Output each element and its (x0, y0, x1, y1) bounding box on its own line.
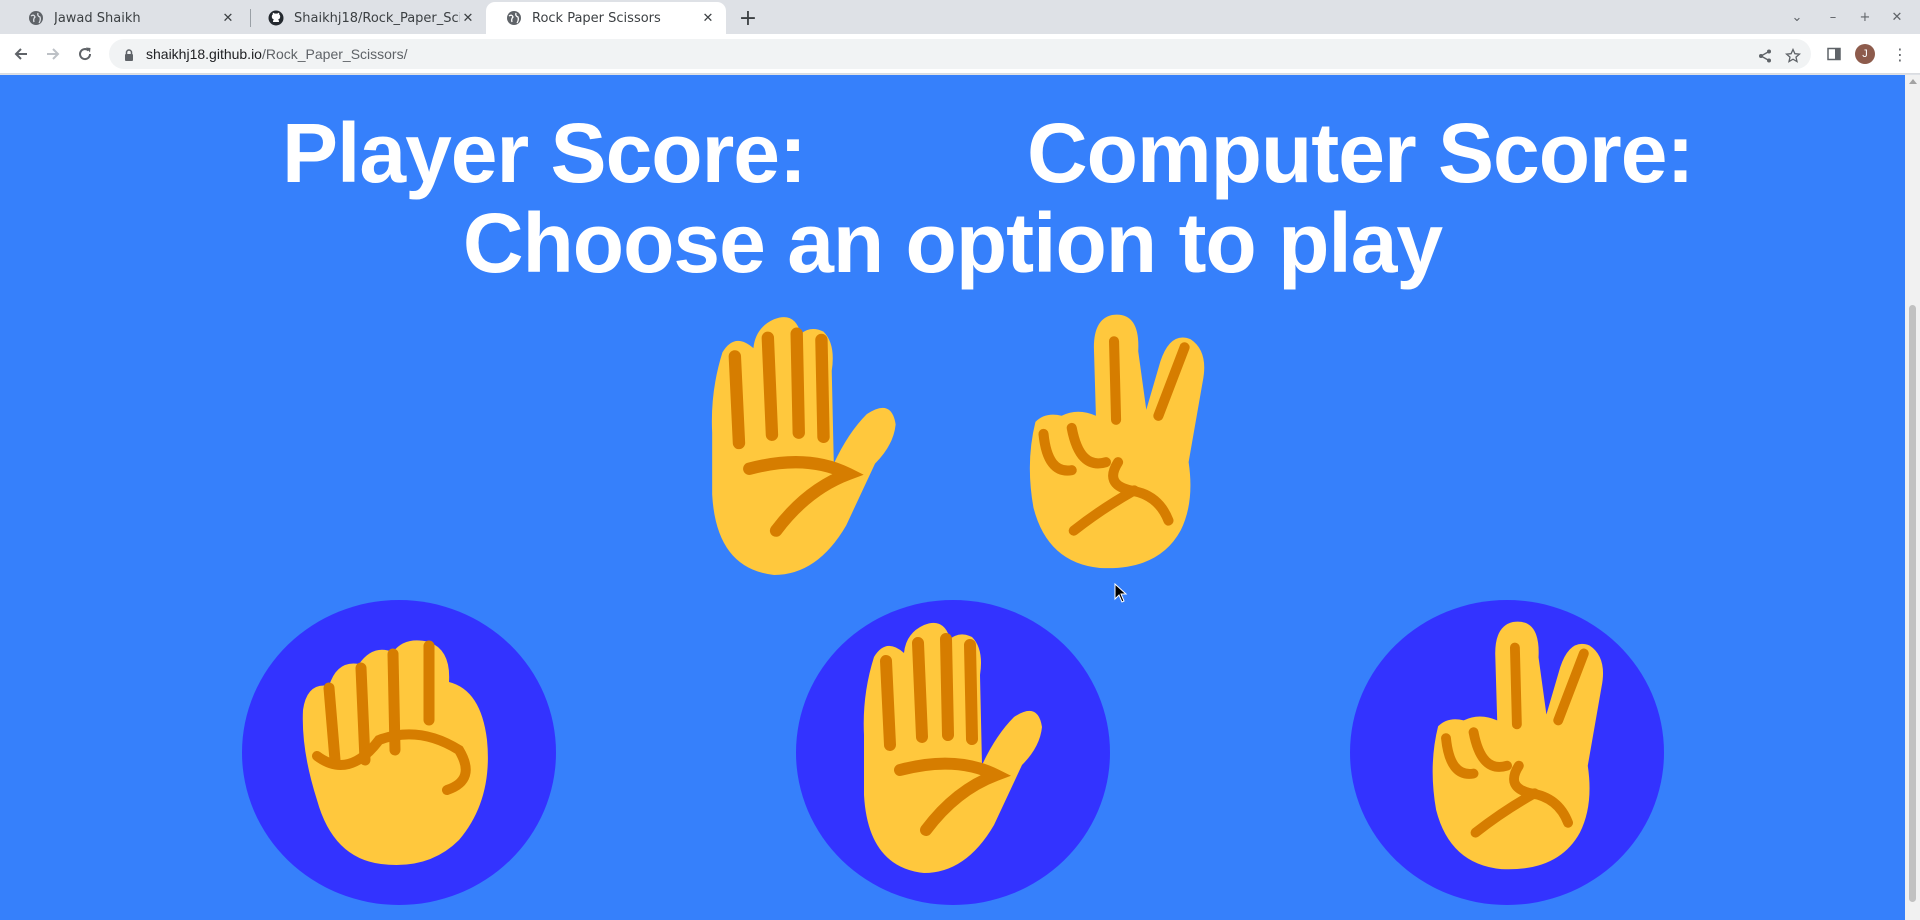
minimize-icon[interactable]: – (1820, 5, 1846, 29)
close-window-icon[interactable]: ✕ (1884, 5, 1910, 29)
lock-icon (122, 47, 136, 61)
tab-title: Jawad Shaikh (54, 10, 141, 26)
page-scrollbar[interactable] (1905, 75, 1920, 920)
mouse-cursor-icon (1114, 583, 1128, 603)
game-prompt: Choose an option to play (462, 196, 1443, 290)
url-text: shaikhj18.github.io/Rock_Paper_Scissors/ (146, 46, 408, 62)
share-icon[interactable] (1755, 46, 1775, 66)
computer-score-label: Computer Score: (1027, 106, 1694, 200)
tab-github-repo[interactable]: Shaikhj18/Rock_Paper_Scissors ✕ (248, 2, 486, 34)
side-panel-icon[interactable] (1821, 41, 1847, 67)
new-tab-button[interactable]: + (735, 5, 761, 31)
back-icon[interactable] (8, 41, 34, 67)
tab-rock-paper-scissors[interactable]: Rock Paper Scissors ✕ (486, 2, 726, 34)
player-score-label: Player Score: (282, 106, 807, 200)
close-tab-icon[interactable]: ✕ (700, 10, 716, 26)
player-choice-paper-icon (692, 309, 922, 581)
tab-search-icon[interactable]: ⌄ (1784, 5, 1810, 29)
tab-title: Rock Paper Scissors (532, 10, 661, 26)
globe-icon (506, 10, 522, 26)
browser-toolbar: shaikhj18.github.io/Rock_Paper_Scissors/… (0, 34, 1920, 74)
game-page: Player Score: Computer Score: Choose an … (0, 75, 1905, 920)
bookmark-star-icon[interactable] (1783, 46, 1803, 66)
paper-button[interactable] (796, 600, 1110, 905)
address-bar[interactable]: shaikhj18.github.io/Rock_Paper_Scissors/ (109, 39, 1811, 69)
menu-icon[interactable]: ⋮ (1887, 41, 1913, 67)
tab-jawad-shaikh[interactable]: Jawad Shaikh ✕ (8, 2, 246, 34)
globe-icon (28, 10, 44, 26)
scrollbar-thumb[interactable] (1909, 305, 1916, 902)
scissors-button[interactable] (1350, 600, 1664, 905)
url-path: /Rock_Paper_Scissors/ (261, 46, 408, 62)
tab-strip: Jawad Shaikh ✕ Shaikhj18/Rock_Paper_Scis… (0, 0, 1920, 34)
forward-icon[interactable] (40, 41, 66, 67)
tab-title: Shaikhj18/Rock_Paper_Scissors (294, 10, 460, 26)
rock-button[interactable] (242, 600, 556, 905)
scroll-up-arrow-icon[interactable] (1909, 79, 1917, 84)
computer-choice-scissors-icon (1003, 311, 1213, 577)
github-icon (268, 10, 284, 26)
url-host: shaikhj18.github.io (146, 46, 262, 62)
close-tab-icon[interactable]: ✕ (460, 10, 476, 26)
reload-icon[interactable] (72, 41, 98, 67)
close-tab-icon[interactable]: ✕ (220, 10, 236, 26)
rock-fist-icon (289, 630, 509, 874)
maximize-icon[interactable]: + (1852, 5, 1878, 29)
scissors-hand-icon (1408, 618, 1610, 878)
paper-hand-icon (846, 614, 1066, 880)
avatar[interactable]: J (1855, 44, 1875, 64)
